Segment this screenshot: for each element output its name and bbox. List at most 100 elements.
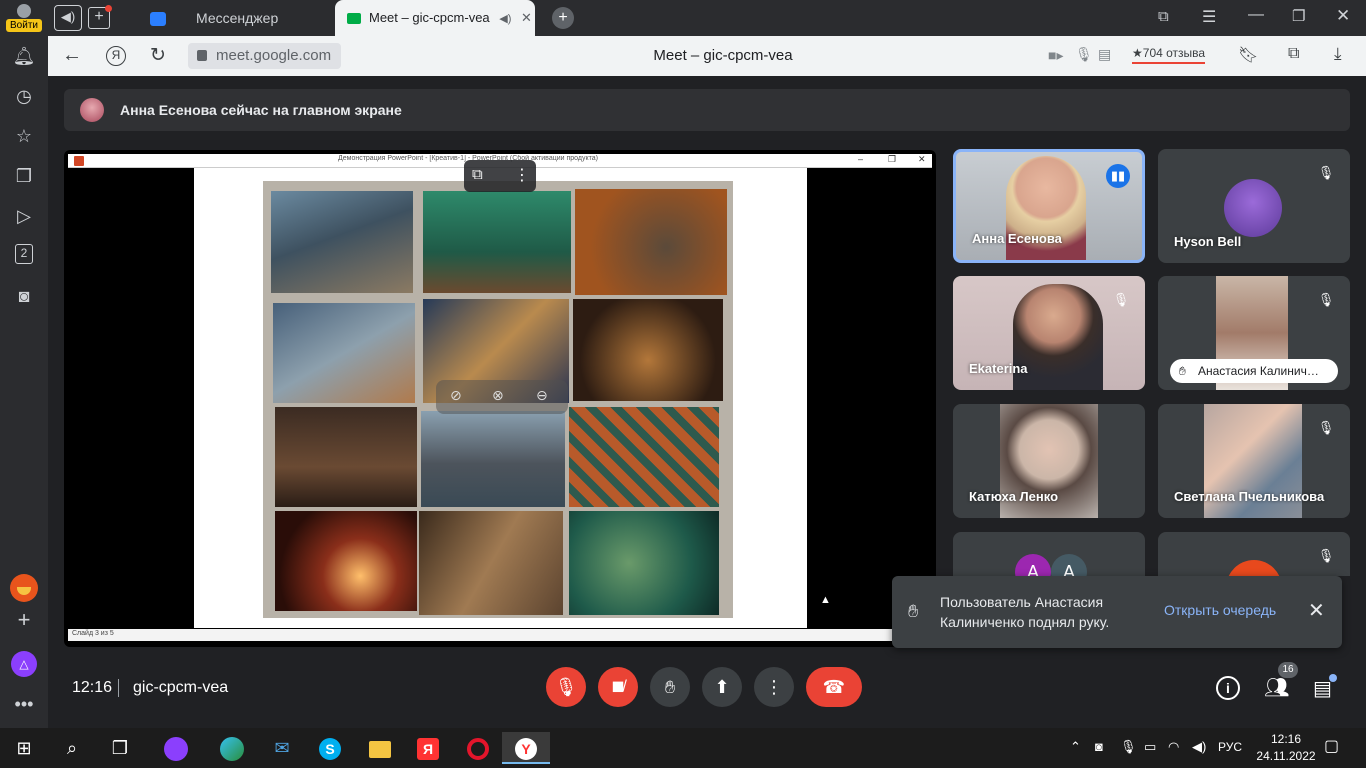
back-arrow-icon[interactable]: ←	[62, 44, 82, 67]
clock-date[interactable]: 24.11.2022	[1252, 749, 1320, 763]
mail-icon[interactable]: ✉	[258, 732, 306, 764]
history-icon[interactable]: ◷	[12, 84, 36, 108]
participant-tile-group[interactable]: А А	[953, 532, 1145, 576]
close-icon[interactable]: ✕	[1308, 598, 1325, 623]
notification-dot-icon	[105, 5, 112, 12]
participant-tile-ekaterina[interactable]: 🎙︎ Ekaterina	[953, 276, 1145, 390]
url-field[interactable]: meet.google.com	[188, 43, 342, 69]
participant-tile-hyson[interactable]: 🎙︎ Hyson Bell	[1158, 149, 1350, 263]
volume-icon[interactable]: ◀︎)	[1192, 739, 1206, 755]
add-icon[interactable]: +	[12, 608, 36, 632]
sidebar-counter-icon[interactable]: 2	[15, 244, 33, 264]
photo-horse-race	[423, 191, 571, 293]
windows-taskbar: ⊞ ⌕ ❐ ✉ S Я Y ⌃ ◙ 🎙︎ ▭ ◠ ◀︎) РУС 12:16 2…	[0, 728, 1366, 768]
present-screen-button[interactable]: ⬆︎	[702, 667, 742, 707]
yandex-logo-icon[interactable]: Я	[106, 46, 126, 66]
clock-time[interactable]: 12:16	[1256, 732, 1316, 746]
alice-icon[interactable]: △	[11, 651, 37, 677]
bell-icon[interactable]: 🔔︎	[12, 44, 36, 68]
more-options-button[interactable]: ⋮	[754, 667, 794, 707]
tray-camera-icon[interactable]: ◙	[1095, 739, 1103, 754]
more-dots-icon[interactable]: •••	[12, 692, 36, 716]
participant-tile-anna[interactable]: ▮▮ Анна Есенова	[953, 149, 1145, 263]
volume-off-icon[interactable]: ⊗	[492, 387, 504, 404]
tab-manager-icon[interactable]: ⧉	[1158, 8, 1169, 25]
people-icon[interactable]: 👥︎	[1264, 675, 1289, 700]
profile-login[interactable]: Войти	[6, 4, 42, 34]
ppt-minimize-icon: –	[858, 154, 864, 164]
collections-icon[interactable]: ❐	[12, 164, 36, 188]
language-indicator[interactable]: РУС	[1218, 740, 1242, 754]
wifi-icon[interactable]: ◠	[1168, 739, 1179, 755]
download-icon[interactable]: ⤓	[1334, 44, 1342, 64]
tray-chevron-icon[interactable]: ⌃	[1070, 739, 1081, 755]
reviews-badge[interactable]: ★704 отзыва	[1132, 46, 1206, 64]
people-count-badge: 16	[1278, 662, 1298, 678]
alice-taskbar-icon[interactable]	[152, 732, 200, 764]
close-window-icon[interactable]: ✕	[1336, 6, 1350, 26]
mic-permission-icon[interactable]: 🎙︎	[1075, 46, 1093, 63]
tab-messenger[interactable]: Мессенджер	[138, 0, 328, 36]
reload-icon[interactable]: ↻	[150, 44, 166, 67]
menu-icon[interactable]: ☰	[1202, 7, 1216, 27]
restore-icon[interactable]: ❐	[1292, 7, 1305, 25]
edge-icon[interactable]	[208, 732, 256, 764]
new-tab-button[interactable]: +	[552, 7, 574, 29]
participant-tile-svetlana[interactable]: 🎙︎ Светлана Пчельникова	[1158, 404, 1350, 518]
raised-hand-label: ✋︎ Анастасия Калинич…	[1170, 359, 1338, 383]
lock-icon	[197, 50, 207, 61]
participant-tile-orange[interactable]: 🎙︎	[1158, 532, 1350, 576]
open-queue-button[interactable]: Открыть очередь	[1164, 602, 1276, 618]
search-icon[interactable]: ⌕	[48, 732, 96, 764]
task-view-icon[interactable]: ❐	[96, 732, 144, 764]
avatar: А	[1015, 554, 1051, 576]
photo-spider	[569, 511, 719, 615]
skype-icon[interactable]: S	[306, 732, 354, 764]
yandex-browser-icon[interactable]: Y	[502, 732, 550, 764]
video-play-icon[interactable]: ▷	[12, 204, 36, 228]
extensions-icon[interactable]: ⧉	[1288, 45, 1299, 63]
camera-off-button[interactable]: ◼︎̸	[598, 667, 638, 707]
battery-icon[interactable]: ▭	[1144, 739, 1156, 755]
speaker-icon[interactable]: ◀︎)	[499, 13, 511, 25]
notifications-icon[interactable]: ▢	[1324, 736, 1339, 756]
mic-off-icon: 🎙︎	[1317, 548, 1335, 563]
raise-hand-button[interactable]: ✋︎	[650, 667, 690, 707]
sound-tab-icon[interactable]: ◀︎)	[54, 5, 82, 31]
avatar	[1224, 179, 1282, 237]
tray-mic-icon[interactable]: 🎙︎	[1120, 739, 1137, 755]
remove-icon[interactable]: ⊖	[536, 387, 548, 404]
address-bar: ← Я ↻ meet.google.com Meet – gic-cpcm-ve…	[48, 36, 1366, 76]
more-vert-icon[interactable]: ⋮	[514, 165, 530, 185]
browser-sidebar: Войти 🔔︎ ◷ ☆ ❐ ▷ 2 ◙ + △ •••	[0, 0, 48, 728]
mouse-cursor-icon: ▲	[820, 594, 831, 606]
info-icon[interactable]: i	[1216, 676, 1240, 700]
windows-start-icon[interactable]: ⊞	[0, 732, 48, 764]
url-text: meet.google.com	[216, 47, 332, 64]
ppt-restore-icon: ❐	[888, 154, 897, 164]
popout-icon[interactable]: ⧉	[472, 166, 483, 183]
photo-daisy	[273, 303, 415, 403]
participant-tile-anastasia[interactable]: 🎙︎ ✋︎ Анастасия Калинич…	[1158, 276, 1350, 390]
bookmark-icon[interactable]: 🔖︎	[1238, 45, 1258, 65]
participant-tile-katyukha[interactable]: Катюха Ленко	[953, 404, 1145, 518]
chat-permission-icon[interactable]: ▤	[1098, 46, 1111, 63]
hand-raised-toast: ✋︎ Пользователь Анастасия Калиниченко по…	[892, 576, 1342, 648]
mic-off-icon: 🎙︎	[1112, 292, 1130, 307]
app-shortcut-icon[interactable]	[10, 574, 38, 602]
pin-off-icon[interactable]: ⊘	[450, 387, 462, 404]
close-tab-icon[interactable]: ✕	[521, 10, 532, 25]
slide-status: Слайд 3 из 5	[72, 630, 114, 637]
file-explorer-icon[interactable]	[356, 732, 404, 764]
tab-meet[interactable]: Meet – gic-cpcm-vea ◀︎) ✕	[335, 0, 535, 36]
minimize-icon[interactable]: —	[1248, 6, 1264, 24]
camera-permission-icon[interactable]: ■▸	[1048, 47, 1063, 64]
avatar	[1226, 560, 1282, 576]
opera-icon[interactable]	[454, 732, 502, 764]
tab-strip: ◀︎) + Мессенджер Meet – gic-cpcm-vea ◀︎)…	[48, 0, 1366, 36]
end-call-button[interactable]: ☎︎	[806, 667, 862, 707]
yandex-icon[interactable]: Я	[404, 732, 452, 764]
mic-off-button[interactable]: 🎙︎	[546, 667, 586, 707]
screenshot-icon[interactable]: ◙	[12, 284, 36, 308]
bookmarks-star-icon[interactable]: ☆	[12, 124, 36, 148]
